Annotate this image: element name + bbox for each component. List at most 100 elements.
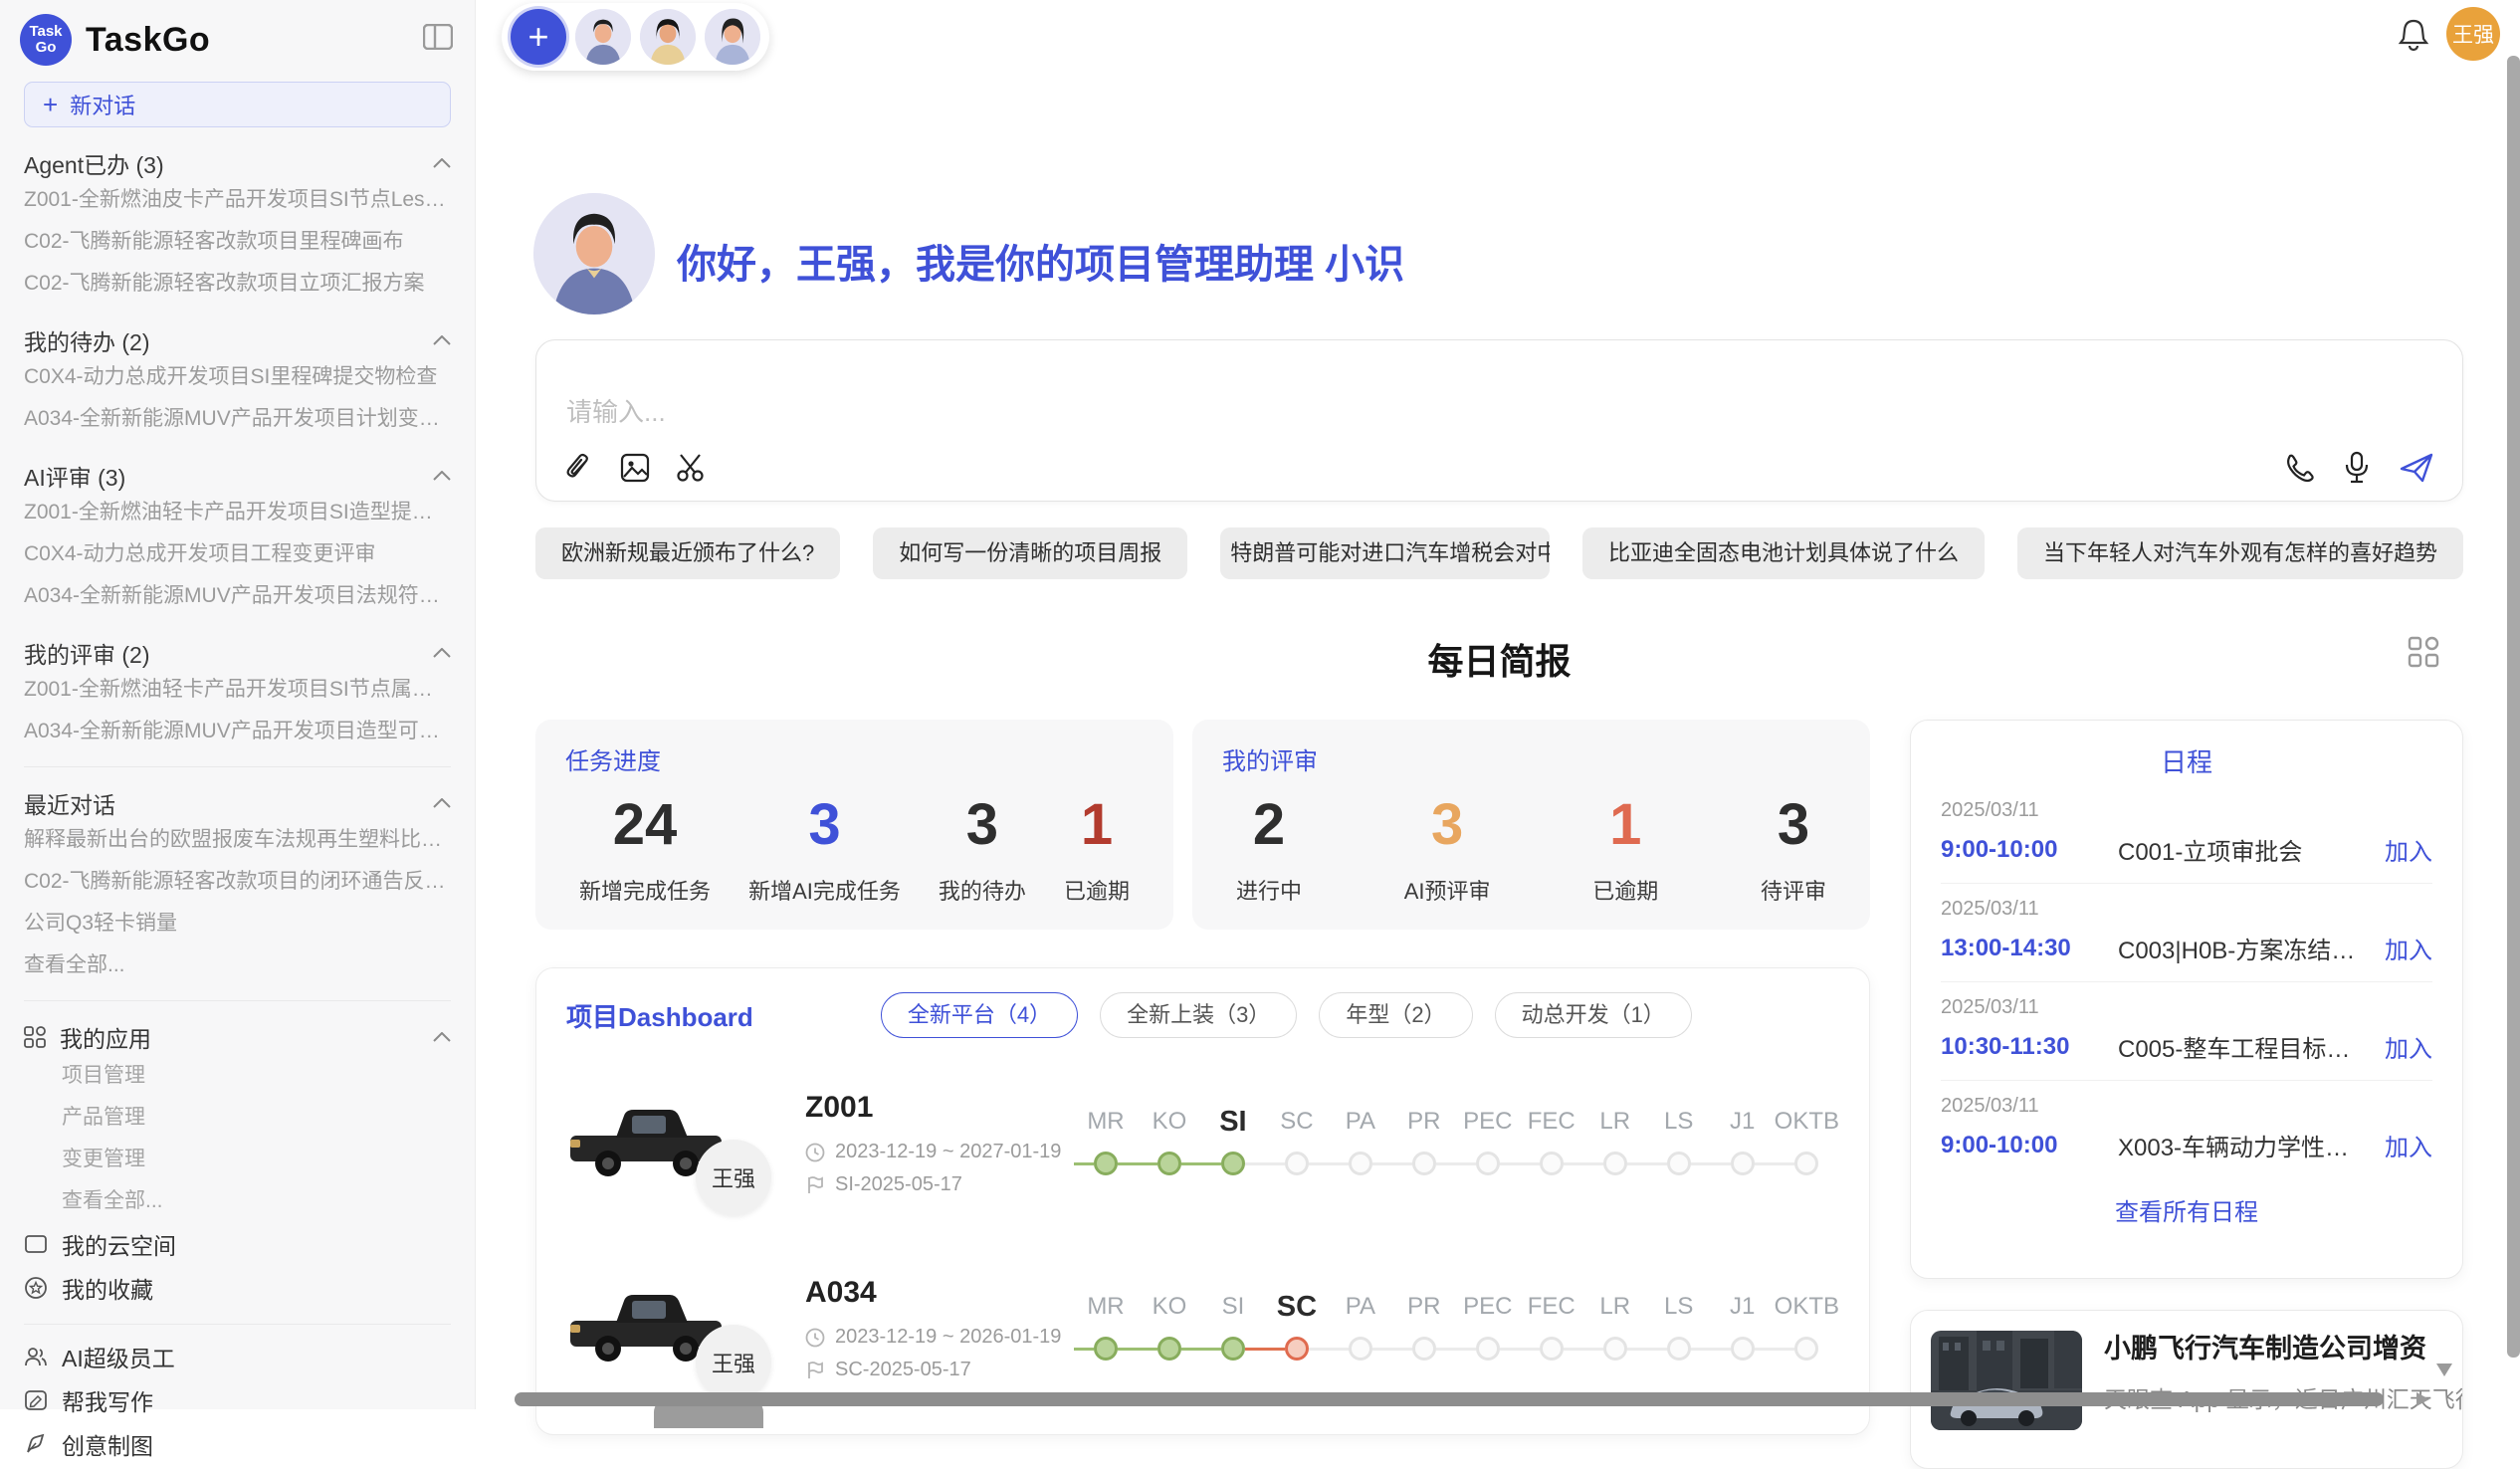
tab-new-platform[interactable]: 全新平台（4） [881, 992, 1078, 1038]
chevron-up-icon[interactable] [433, 335, 451, 345]
horizontal-scrollbar[interactable] [515, 1392, 2384, 1406]
vertical-scrollbar[interactable] [2507, 56, 2520, 1358]
join-link[interactable]: 加入 [2385, 931, 2432, 965]
milestone-dot [1667, 1152, 1691, 1175]
section-header-agent-done[interactable]: Agent已办 (3) [24, 147, 451, 179]
schedule-event-title: C005-整车工程目标评审 [2118, 1029, 2371, 1064]
suggestion-chip[interactable]: 特朗普可能对进口汽车增税会对中国车企造成哪些影响 [1220, 527, 1550, 579]
agent-avatar-1[interactable] [575, 9, 631, 65]
tab-model-year[interactable]: 年型（2） [1319, 992, 1472, 1038]
news-card[interactable]: 小鹏飞行汽车制造公司增资 天眼查 App 显示，近日广州汇天飞行汽 [1910, 1310, 2463, 1469]
list-item[interactable]: A034-全新新能源MUV产品开发项目计划变更表编写 [24, 398, 451, 440]
chevron-up-icon[interactable] [433, 471, 451, 481]
sidebar-item-my-apps[interactable]: 我的应用 [24, 1019, 451, 1055]
new-chat-button[interactable]: + 新对话 [24, 82, 451, 127]
owner-badge: 王强 [696, 1140, 771, 1215]
join-link[interactable]: 加入 [2385, 1128, 2432, 1162]
schedule-event-title: X003-车辆动力学性能验... [2118, 1128, 2371, 1162]
list-item[interactable]: C0X4-动力总成开发项目SI里程碑提交物检查 [24, 356, 451, 398]
project-row[interactable]: 王强 Z001 2023-12-19 ~ 2027-01-19 SI-2025-… [566, 1064, 1839, 1223]
chevron-up-icon[interactable] [433, 648, 451, 658]
sidebar-item-help-me-write[interactable]: 帮我写作 [24, 1378, 451, 1422]
sidebar-item-creative-drawing[interactable]: 创意制图 [24, 1422, 451, 1466]
user-avatar[interactable]: 王强 [2446, 7, 2500, 61]
flag-icon [805, 1361, 825, 1380]
dashboard-tabs: 全新平台（4） 全新上装（3） 年型（2） 动总开发（1） [881, 992, 1692, 1038]
chevron-up-icon[interactable] [433, 798, 451, 808]
chat-input[interactable]: 请输入... [535, 339, 2463, 502]
microphone-icon[interactable] [2343, 451, 2371, 485]
view-all-schedule-link[interactable]: 查看所有日程 [1941, 1192, 2432, 1227]
section-label: 我的待办 (2) [24, 323, 150, 357]
section-label: AI评审 (3) [24, 459, 125, 493]
stat-ai-prereview: 3 AI预评审 [1404, 782, 1491, 906]
tab-powertrain-dev[interactable]: 动总开发（1） [1495, 992, 1692, 1038]
sidebar-item-project-mgmt[interactable]: 项目管理 [24, 1055, 451, 1097]
send-icon[interactable] [2399, 452, 2434, 484]
join-link[interactable]: 加入 [2385, 1029, 2432, 1064]
image-icon[interactable] [620, 453, 650, 485]
list-item[interactable]: C02-飞腾新能源轻客改款项目里程碑画布 [24, 221, 451, 263]
stat-my-todo: 3 我的待办 [939, 782, 1026, 906]
list-item[interactable]: C02-飞腾新能源轻客改款项目立项汇报方案 [24, 263, 451, 305]
project-flag: SC-2025-05-17 [805, 1359, 1074, 1381]
suggestion-chip[interactable]: 欧洲新规最近颁布了什么? [535, 527, 840, 579]
chevron-up-icon[interactable] [433, 158, 451, 168]
attachment-icon[interactable] [564, 453, 594, 485]
list-item[interactable]: 解释最新出台的欧盟报废车法规再生塑料比例被调至15%... [24, 819, 451, 861]
sidebar-collapse-icon[interactable] [423, 24, 453, 50]
milestone-dot [1540, 1337, 1564, 1361]
section-header-my-todo[interactable]: 我的待办 (2) [24, 324, 451, 356]
sidebar-item-favorites[interactable]: 我的收藏 [24, 1266, 451, 1310]
notification-bell-icon[interactable] [2395, 16, 2432, 54]
sidebar-item-label: 帮我写作 [62, 1383, 153, 1417]
phone-icon[interactable] [2283, 452, 2315, 484]
layout-grid-icon[interactable] [2407, 635, 2440, 669]
milestone-dot [1157, 1337, 1181, 1361]
project-row[interactable]: 王强 A034 2023-12-19 ~ 2026-01-19 SC-2025-… [566, 1249, 1839, 1408]
milestone-dot [1221, 1152, 1245, 1175]
list-item[interactable]: C0X4-动力总成开发项目工程变更评审 [24, 533, 451, 575]
sidebar-item-label: 我的应用 [60, 1020, 433, 1054]
milestone-dot [1540, 1152, 1564, 1175]
scissors-icon[interactable] [676, 453, 708, 485]
section-header-ai-review[interactable]: AI评审 (3) [24, 460, 451, 492]
suggestion-chip[interactable]: 如何写一份清晰的项目周报 [873, 527, 1187, 579]
chevron-up-icon[interactable] [433, 1032, 451, 1042]
list-item[interactable]: Z001-全新燃油轻卡产品开发项目SI造型提交物评审 [24, 492, 451, 533]
view-all-apps-link[interactable]: 查看全部... [24, 1180, 451, 1222]
sidebar-item-product-mgmt[interactable]: 产品管理 [24, 1097, 451, 1139]
sidebar-item-cloud-space[interactable]: 我的云空间 [24, 1222, 451, 1266]
agent-avatar-3[interactable] [705, 9, 760, 65]
milestone-label: FEC [1520, 1287, 1583, 1327]
suggestion-chip[interactable]: 比亚迪全固态电池计划具体说了什么 [1582, 527, 1985, 579]
pen-icon [24, 1433, 48, 1455]
schedule-date: 2025/03/11 [1941, 799, 2432, 822]
sidebar-item-label: 我的收藏 [62, 1271, 153, 1305]
tab-new-body[interactable]: 全新上装（3） [1100, 992, 1297, 1038]
section-header-recent-chats[interactable]: 最近对话 [24, 787, 451, 819]
section-header-my-review[interactable]: 我的评审 (2) [24, 637, 451, 669]
milestone-dot [1349, 1337, 1372, 1361]
list-item[interactable]: A034-全新新能源MUV产品开发项目造型可行性评审 [24, 711, 451, 752]
list-item[interactable]: C02-飞腾新能源轻客改款项目的闭环通告反馈情况 [24, 861, 451, 903]
join-link[interactable]: 加入 [2385, 832, 2432, 867]
view-all-chats-link[interactable]: 查看全部... [24, 944, 451, 986]
app-logo: Task Go [20, 14, 72, 66]
milestone-dot [1094, 1337, 1118, 1361]
list-item[interactable]: A034-全新新能源MUV产品开发项目法规符合性评审 [24, 575, 451, 617]
list-item[interactable]: Z001-全新燃油轻卡产品开发项目SI节点属性5D文件评审 [24, 669, 451, 711]
list-item[interactable]: 公司Q3轻卡销量 [24, 903, 451, 944]
sidebar-item-label: 我的云空间 [62, 1227, 176, 1261]
list-item[interactable]: Z001-全新燃油皮卡产品开发项目SI节点Lesson Learn报告 [24, 179, 451, 221]
milestone-dot [1285, 1337, 1309, 1361]
sidebar-item-change-mgmt[interactable]: 变更管理 [24, 1139, 451, 1180]
suggestion-chip[interactable]: 当下年轻人对汽车外观有怎样的喜好趋势 [2017, 527, 2463, 579]
scroll-right-arrow[interactable] [2416, 1392, 2429, 1406]
agent-avatar-2[interactable] [640, 9, 696, 65]
milestone-label: PR [1392, 1102, 1456, 1142]
scroll-down-arrow[interactable] [2436, 1364, 2452, 1376]
plus-icon: + [43, 90, 58, 120]
sidebar-item-ai-super-staff[interactable]: AI超级员工 [24, 1335, 451, 1378]
add-agent-button[interactable]: + [511, 9, 566, 65]
